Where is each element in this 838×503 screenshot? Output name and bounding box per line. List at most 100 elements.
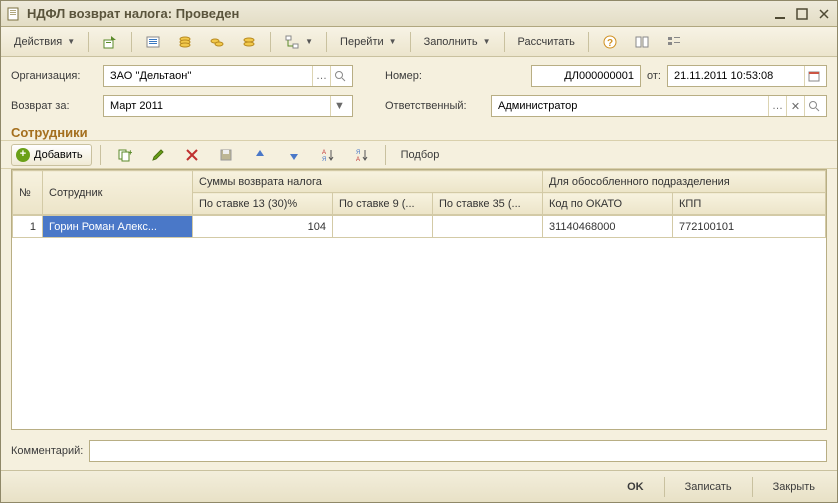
calc-label: Рассчитать bbox=[518, 36, 575, 48]
save-button[interactable]: Записать bbox=[673, 476, 744, 498]
org-field[interactable]: … bbox=[103, 65, 353, 87]
toolbar-btn-9[interactable] bbox=[659, 31, 689, 53]
ellipsis-button[interactable]: … bbox=[312, 66, 330, 86]
close-button[interactable] bbox=[815, 6, 833, 22]
pick-label: Подбор bbox=[401, 149, 440, 161]
toolbar-btn-8[interactable] bbox=[627, 31, 657, 53]
number-input[interactable] bbox=[536, 69, 636, 83]
separator bbox=[270, 32, 271, 52]
sort-desc-icon: ЯА bbox=[354, 147, 370, 163]
dropdown-icon[interactable]: ▼ bbox=[330, 96, 348, 116]
cell-employee[interactable]: Горин Роман Алекс... bbox=[43, 216, 193, 238]
magnifier-icon[interactable] bbox=[330, 66, 348, 86]
cell-r13[interactable]: 104 bbox=[193, 216, 333, 238]
pick-button[interactable]: Подбор bbox=[394, 144, 447, 166]
col-rate9[interactable]: По ставке 9 (... bbox=[333, 193, 433, 215]
sort-desc-button[interactable]: ЯА bbox=[347, 144, 377, 166]
date-field[interactable] bbox=[667, 65, 827, 87]
toolbar-btn-2[interactable] bbox=[138, 31, 168, 53]
copy-button[interactable]: + bbox=[109, 144, 139, 166]
separator bbox=[752, 477, 753, 497]
actions-label: Действия bbox=[14, 36, 62, 48]
cell-num[interactable]: 1 bbox=[13, 216, 43, 238]
col-sums-group[interactable]: Суммы возврата налога bbox=[193, 171, 543, 193]
cell-kpp[interactable]: 772100101 bbox=[673, 216, 826, 238]
calc-button[interactable]: Рассчитать bbox=[511, 31, 582, 53]
add-label: Добавить bbox=[34, 149, 83, 161]
delete-button[interactable] bbox=[177, 144, 207, 166]
toolbar-btn-6[interactable]: ▼ bbox=[277, 31, 320, 53]
window: НДФЛ возврат налога: Проведен Действия▼ … bbox=[0, 0, 838, 503]
goto-menu[interactable]: Перейти▼ bbox=[333, 31, 404, 53]
cell-r35[interactable] bbox=[433, 216, 543, 238]
edit-button[interactable] bbox=[143, 144, 173, 166]
col-rate35[interactable]: По ставке 35 (... bbox=[433, 193, 543, 215]
copy-icon: + bbox=[116, 147, 132, 163]
return-input[interactable] bbox=[108, 99, 330, 113]
comment-row: Комментарий: bbox=[1, 436, 837, 470]
toolbar-btn-4[interactable] bbox=[202, 31, 232, 53]
sort-asc-button[interactable]: АЯ bbox=[313, 144, 343, 166]
pencil-icon bbox=[150, 147, 166, 163]
separator bbox=[664, 477, 665, 497]
responsible-input[interactable] bbox=[496, 99, 768, 113]
minimize-button[interactable] bbox=[771, 6, 789, 22]
org-label: Организация: bbox=[11, 70, 97, 82]
save-label: Записать bbox=[685, 481, 732, 493]
movedown-button[interactable] bbox=[279, 144, 309, 166]
separator bbox=[410, 32, 411, 52]
close-form-button[interactable]: Закрыть bbox=[761, 476, 827, 498]
comment-field[interactable] bbox=[89, 440, 827, 462]
goto-label: Перейти bbox=[340, 36, 384, 48]
responsible-field[interactable]: … ✕ bbox=[491, 95, 827, 117]
separator bbox=[385, 145, 386, 165]
clear-icon[interactable]: ✕ bbox=[786, 96, 804, 116]
structure-icon bbox=[284, 34, 300, 50]
header-row-1: № Сотрудник Суммы возврата налога Для об… bbox=[13, 171, 826, 193]
date-input[interactable] bbox=[672, 69, 804, 83]
org-input[interactable] bbox=[108, 69, 312, 83]
number-field[interactable] bbox=[531, 65, 641, 87]
svg-text:Я: Я bbox=[322, 157, 326, 163]
toolbar-btn-5[interactable] bbox=[234, 31, 264, 53]
cell-okato[interactable]: 31140468000 bbox=[543, 216, 673, 238]
maximize-button[interactable] bbox=[793, 6, 811, 22]
col-num[interactable]: № bbox=[13, 171, 43, 215]
actions-menu[interactable]: Действия▼ bbox=[7, 31, 82, 53]
number-label: Номер: bbox=[385, 70, 435, 82]
help-icon: ? bbox=[602, 34, 618, 50]
toolbar-btn-3[interactable] bbox=[170, 31, 200, 53]
fill-menu[interactable]: Заполнить▼ bbox=[417, 31, 498, 53]
footer: OK Записать Закрыть bbox=[1, 470, 837, 502]
return-label: Возврат за: bbox=[11, 100, 97, 112]
grid-body[interactable]: 1 Горин Роман Алекс... 104 31140468000 7… bbox=[12, 215, 826, 429]
col-okato[interactable]: Код по ОКАТО bbox=[543, 193, 673, 215]
comment-input[interactable] bbox=[94, 444, 822, 458]
add-button[interactable]: + Добавить bbox=[11, 144, 92, 166]
col-employee[interactable]: Сотрудник bbox=[43, 171, 193, 215]
cell-r9[interactable] bbox=[333, 216, 433, 238]
separator bbox=[504, 32, 505, 52]
return-field[interactable]: ▼ bbox=[103, 95, 353, 117]
moveup-button[interactable] bbox=[245, 144, 275, 166]
ok-button[interactable]: OK bbox=[615, 476, 656, 498]
save-row-button[interactable] bbox=[211, 144, 241, 166]
from-label: от: bbox=[647, 70, 661, 82]
document-icon bbox=[5, 6, 21, 22]
col-kpp[interactable]: КПП bbox=[673, 193, 826, 215]
col-sep-group[interactable]: Для обособленного подразделения bbox=[543, 171, 826, 193]
arrow-down-icon bbox=[286, 147, 302, 163]
toolbar-btn-1[interactable] bbox=[95, 31, 125, 53]
svg-text:Я: Я bbox=[356, 150, 360, 156]
svg-text:А: А bbox=[356, 157, 360, 163]
magnifier-icon[interactable] bbox=[804, 96, 822, 116]
calendar-icon[interactable] bbox=[804, 66, 822, 86]
ellipsis-button[interactable]: … bbox=[768, 96, 786, 116]
table-row[interactable]: 1 Горин Роман Алекс... 104 31140468000 7… bbox=[13, 216, 826, 238]
svg-text:А: А bbox=[322, 150, 326, 156]
help-button[interactable]: ? bbox=[595, 31, 625, 53]
arrow-up-icon bbox=[252, 147, 268, 163]
form-area: Организация: … Номер: от: Возврат за: bbox=[1, 57, 837, 123]
titlebar: НДФЛ возврат налога: Проведен bbox=[1, 1, 837, 27]
col-rate13[interactable]: По ставке 13 (30)% bbox=[193, 193, 333, 215]
